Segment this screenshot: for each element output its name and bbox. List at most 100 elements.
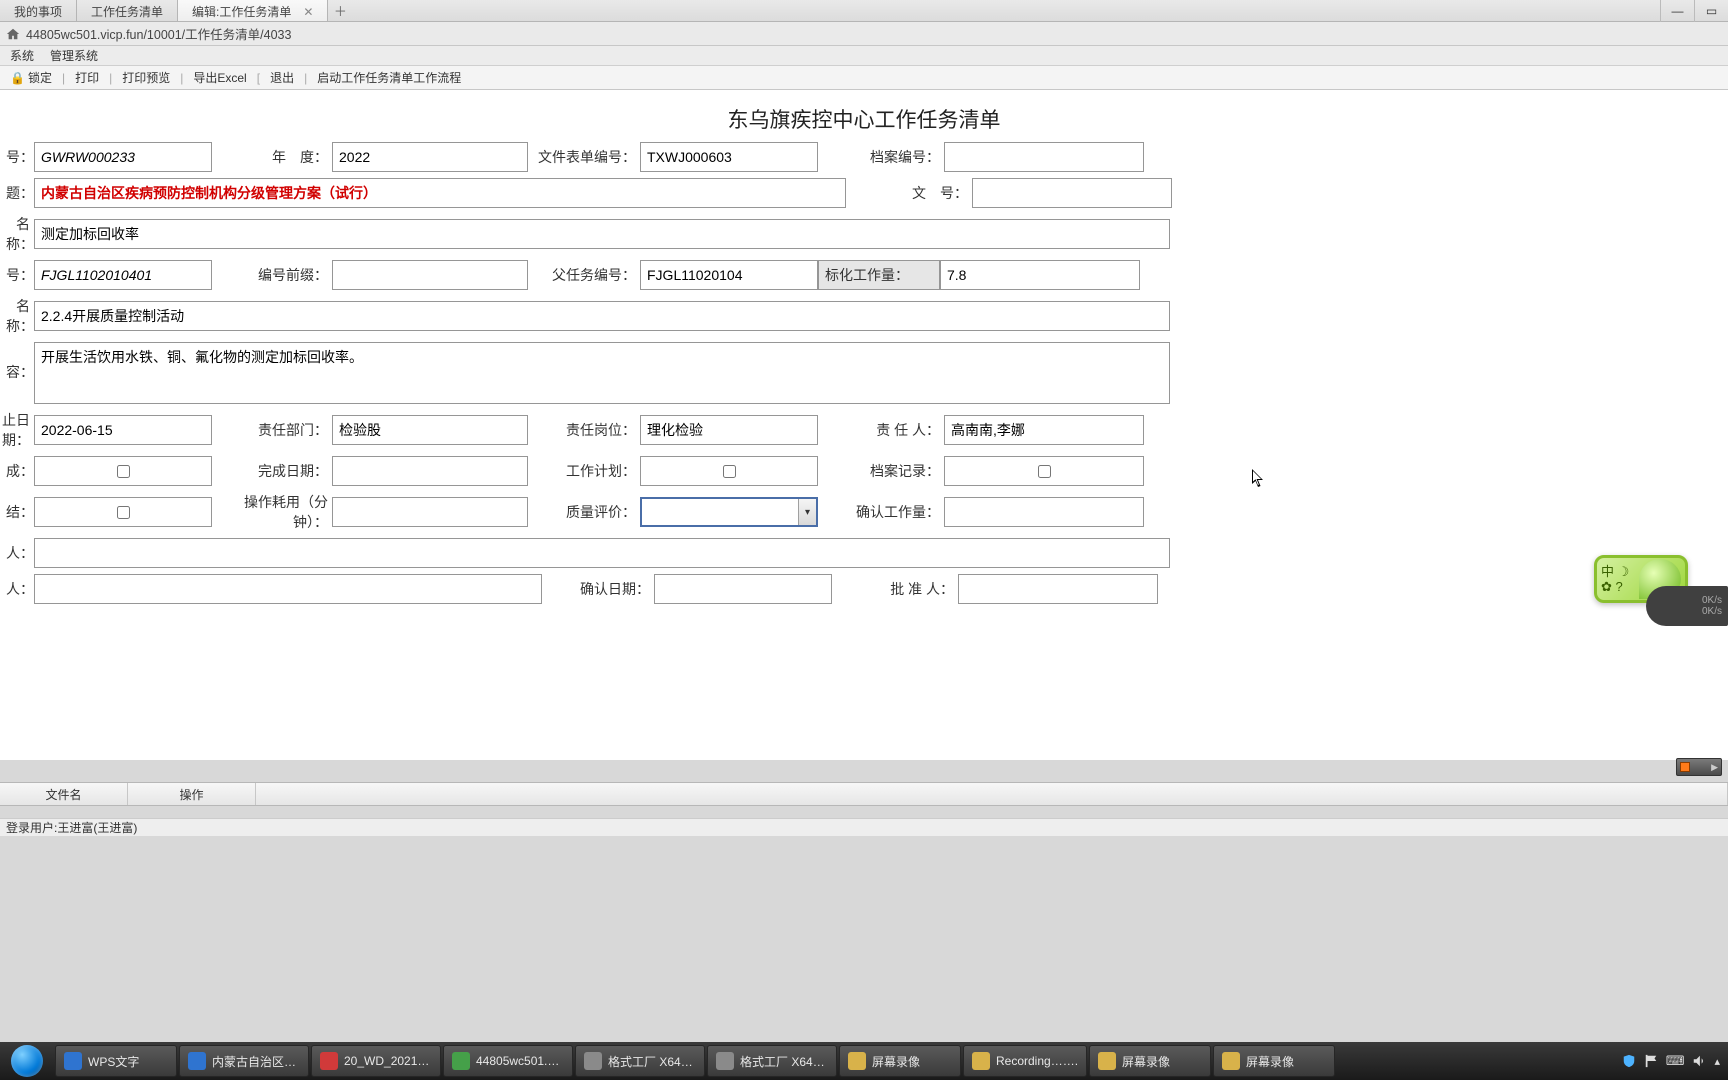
- windows-logo-icon: [11, 1045, 43, 1077]
- taskbar-item[interactable]: 内蒙古自治区疾…: [179, 1045, 309, 1077]
- lock-button[interactable]: 🔒锁定: [4, 67, 58, 88]
- input-qrgzl[interactable]: [944, 497, 1144, 527]
- taskbar-item[interactable]: 20_WD_2021002…: [311, 1045, 441, 1077]
- label-qrgzl: 确认工作量：: [818, 502, 944, 522]
- label-zlpj: 质量评价：: [528, 502, 640, 522]
- input-ren1[interactable]: [34, 538, 1170, 568]
- taskbar: WPS文字内蒙古自治区疾…20_WD_2021002…44805wc501.vi…: [0, 1042, 1728, 1080]
- checkbox-dajl[interactable]: [944, 456, 1144, 486]
- taskbar-item[interactable]: Recording…….: [963, 1045, 1087, 1077]
- taskbar-label: 格式工厂 X64 5.9…: [608, 1053, 696, 1070]
- input-wjbd[interactable]: [640, 142, 818, 172]
- input-mingcheng[interactable]: [34, 219, 1170, 249]
- label-wmc: 名称：: [6, 296, 34, 336]
- start-button[interactable]: [0, 1042, 54, 1080]
- taskbar-item[interactable]: 屏幕录像: [839, 1045, 961, 1077]
- select-zlpj[interactable]: ▾: [640, 497, 818, 527]
- checkbox-gzjh[interactable]: [640, 456, 818, 486]
- textarea-neirong[interactable]: 开展生活饮用水铁、铜、氟化物的测定加标回收率。: [34, 342, 1170, 404]
- input-ren2[interactable]: [34, 574, 542, 604]
- app-icon: [452, 1052, 470, 1070]
- export-excel-button[interactable]: 导出Excel: [187, 67, 252, 88]
- tab-task-list[interactable]: 工作任务清单: [77, 0, 178, 21]
- col-blank: [256, 783, 1728, 805]
- tray-volume-icon[interactable]: [1692, 1054, 1706, 1068]
- exit-button[interactable]: 退出: [264, 67, 300, 88]
- form-panel: 东乌旗疾控中心工作任务清单 号： 年 度： 文件表单编号： 档案编号： 题： 文…: [0, 90, 1728, 760]
- tab-edit-task[interactable]: 编辑:工作任务清单 ✕: [178, 0, 328, 21]
- speed-widget[interactable]: 0K/s 0K/s: [1646, 586, 1728, 626]
- label-bianhao: 号：: [6, 147, 34, 167]
- taskbar-item[interactable]: 屏幕录像: [1089, 1045, 1211, 1077]
- print-button[interactable]: 打印: [69, 67, 105, 88]
- window-minimize[interactable]: —: [1660, 0, 1694, 22]
- taskbar-label: 屏幕录像: [1246, 1053, 1294, 1070]
- tray-shield-icon[interactable]: [1622, 1054, 1636, 1068]
- menu-system[interactable]: 系统: [2, 47, 42, 64]
- col-operation[interactable]: 操作: [128, 783, 256, 805]
- checkbox-jie[interactable]: [34, 497, 212, 527]
- start-workflow-button[interactable]: 启动工作任务清单工作流程: [311, 67, 467, 88]
- print-preview-button[interactable]: 打印预览: [116, 67, 176, 88]
- taskbar-item[interactable]: 格式工厂 X64 5.…: [707, 1045, 837, 1077]
- toolbar: 🔒锁定 | 打印 | 打印预览 | 导出Excel [ 退出 | 启动工作任务清…: [0, 66, 1728, 90]
- input-wcrq[interactable]: [332, 456, 528, 486]
- taskbar-item[interactable]: WPS文字: [55, 1045, 177, 1077]
- network-swatch-icon: [1680, 762, 1690, 772]
- app-icon: [716, 1052, 734, 1070]
- input-bhqz[interactable]: [332, 260, 528, 290]
- taskbar-item[interactable]: 44805wc501.vic…: [443, 1045, 573, 1077]
- speed-up: 0K/s: [1702, 595, 1722, 606]
- input-frwbh[interactable]: [640, 260, 818, 290]
- taskbar-label: Recording…….: [996, 1054, 1078, 1068]
- input-wenhao[interactable]: [972, 178, 1172, 208]
- separator-icon: |: [107, 71, 114, 85]
- app-icon: [1222, 1052, 1240, 1070]
- label-gzjh: 工作计划：: [528, 461, 640, 481]
- input-jzrq[interactable]: [34, 415, 212, 445]
- label-dajl: 档案记录：: [818, 461, 944, 481]
- chevron-down-icon[interactable]: ▾: [798, 499, 816, 525]
- input-zrbm[interactable]: [332, 415, 528, 445]
- taskbar-item[interactable]: 格式工厂 X64 5.9…: [575, 1045, 705, 1077]
- input-qrrq[interactable]: [654, 574, 832, 604]
- input-biaoti[interactable]: [34, 178, 846, 208]
- taskbar-item[interactable]: 屏幕录像: [1213, 1045, 1335, 1077]
- input-bianhao[interactable]: [34, 142, 212, 172]
- tray-expand-icon[interactable]: ▴: [1714, 1055, 1720, 1068]
- network-widget[interactable]: ▶: [1676, 758, 1722, 776]
- tray-flag-icon[interactable]: [1644, 1054, 1658, 1068]
- label-danganbh: 档案编号：: [818, 147, 944, 167]
- tab-add-button[interactable]: ＋: [328, 0, 352, 21]
- menu-mgmt-system[interactable]: 管理系统: [42, 47, 106, 64]
- address-text: 44805wc501.vicp.fun/10001/工作任务清单/4033: [26, 24, 291, 43]
- input-pzr[interactable]: [958, 574, 1158, 604]
- checkbox-cheng[interactable]: [34, 456, 212, 486]
- separator-icon: |: [302, 71, 309, 85]
- col-filename[interactable]: 文件名: [0, 783, 128, 805]
- input-zrr[interactable]: [944, 415, 1144, 445]
- input-bhgzl[interactable]: [940, 260, 1140, 290]
- tab-my-items[interactable]: 我的事项: [0, 0, 77, 21]
- status-bar: 登录用户:王进富(王进富): [0, 818, 1728, 836]
- window-maximize[interactable]: ▭: [1694, 0, 1728, 22]
- input-bianhao2[interactable]: [34, 260, 212, 290]
- page-title: 东乌旗疾控中心工作任务清单: [0, 90, 1728, 142]
- tray-keyboard-icon[interactable]: ⌨: [1666, 1053, 1685, 1069]
- label-zrbm: 责任部门：: [212, 420, 332, 440]
- input-zrgw[interactable]: [640, 415, 818, 445]
- home-icon[interactable]: [6, 27, 20, 41]
- label-bianhao2: 号：: [6, 265, 34, 285]
- label-qrrq: 确认日期：: [542, 579, 654, 599]
- label-bhqz: 编号前缀：: [212, 265, 332, 285]
- address-bar: 44805wc501.vicp.fun/10001/工作任务清单/4033: [0, 22, 1728, 46]
- system-tray[interactable]: ⌨ ▴: [1614, 1042, 1728, 1080]
- input-niandu[interactable]: [332, 142, 528, 172]
- tab-label: 编辑:工作任务清单: [192, 3, 291, 20]
- input-czh[interactable]: [332, 497, 528, 527]
- label-mingcheng: 名称：: [6, 214, 34, 254]
- label-czh: 操作耗用（分钟）：: [212, 492, 332, 532]
- input-danganbh[interactable]: [944, 142, 1144, 172]
- close-icon[interactable]: ✕: [303, 5, 313, 19]
- input-wmc[interactable]: [34, 301, 1170, 331]
